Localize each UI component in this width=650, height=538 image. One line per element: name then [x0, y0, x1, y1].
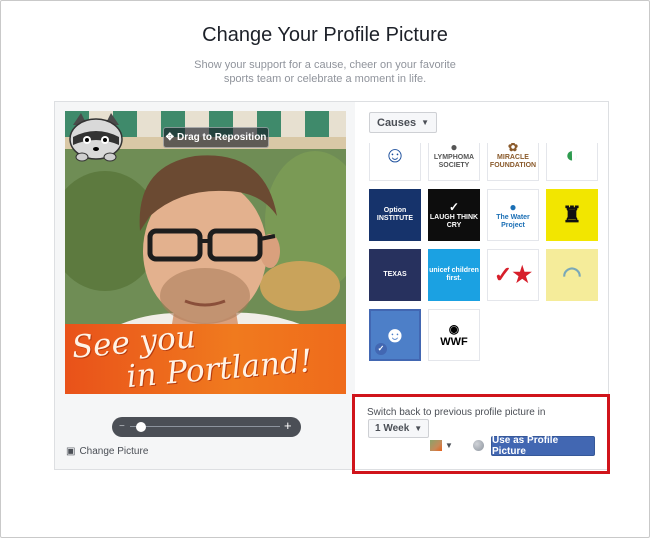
signature-icon: ✓ [448, 200, 460, 214]
frame-tile[interactable]: ☻ ✓ [369, 309, 421, 361]
zoom-handle[interactable] [136, 422, 147, 432]
frame-tile[interactable]: ● LYMPHOMA SOCIETY [428, 143, 480, 181]
zoom-in-icon[interactable]: + [284, 419, 292, 433]
frame-tile-content: ♜ [562, 203, 582, 227]
preview-pane: ✥ Drag to Reposition See you in Portland… [55, 102, 355, 469]
frame-tile[interactable]: Option INSTITUTE [369, 189, 421, 241]
change-picture-label: Change Picture [79, 446, 149, 457]
page-title: Change Your Profile Picture [202, 24, 448, 46]
frame-tile-content: ◉ WWF [440, 322, 467, 348]
frame-tile-content: ✓ LAUGH THINK CRY [428, 200, 480, 230]
ghost-icon: ♜ [562, 202, 582, 227]
category-dropdown-label: Causes [377, 116, 417, 129]
zoom-slider[interactable]: − + [112, 417, 301, 437]
frame-tile[interactable]: ✓ LAUGH THINK CRY [428, 189, 480, 241]
use-as-profile-picture-button[interactable]: Use as Profile Picture [491, 435, 595, 457]
frame-tile[interactable]: ◉ WWF [428, 309, 480, 361]
selected-check-icon: ✓ [375, 343, 387, 355]
frame-tile-content: ☺ [384, 143, 406, 167]
frame-tile-content: ● The Water Project [488, 200, 538, 230]
drag-to-reposition-button[interactable]: ✥ Drag to Reposition [163, 127, 269, 148]
zoom-track[interactable] [130, 426, 280, 427]
frame-tile-content: unicef children first. [428, 267, 480, 283]
drop-icon: ● [509, 200, 517, 214]
globe-icon[interactable] [473, 440, 484, 451]
frame-tile-label: WWF [440, 336, 468, 348]
duration-value: 1 Week [375, 423, 410, 434]
frame-tile[interactable]: ✿ MIRACLE FOUNDATION [487, 143, 539, 181]
drag-to-reposition-label: Drag to Reposition [176, 132, 267, 143]
image-icon: ▣ [66, 446, 76, 457]
frame-tile-content: ◠ [562, 263, 581, 287]
frame-tile[interactable]: ♜ [546, 189, 598, 241]
frame-tile[interactable]: ◐ [546, 143, 598, 181]
frame-tile-label: The Water Project [496, 214, 530, 229]
raccoon-icon: ☻ [383, 322, 407, 347]
frame-tile-content: Option INSTITUTE [369, 207, 421, 223]
category-dropdown[interactable]: Causes ▼ [369, 112, 438, 133]
panda-icon: ◉ [448, 322, 460, 336]
page-subtitle: Show your support for a cause, cheer on … [175, 58, 475, 86]
frame-tile-label: TEXAS [383, 271, 407, 278]
switch-back-label: Switch back to previous profile picture … [367, 407, 546, 418]
frame-tile-content: ✿ MIRACLE FOUNDATION [488, 143, 538, 170]
frame-tile[interactable]: unicef children first. [428, 249, 480, 301]
check-star-icon: ✓★ [493, 262, 533, 287]
globe-leaf-icon: ◐ [565, 143, 579, 167]
move-icon: ✥ [165, 132, 174, 143]
frame-tile-label: MIRACLE FOUNDATION [489, 154, 537, 169]
frame-tile[interactable]: ☺ [369, 143, 421, 181]
frame-tile-content: ● LYMPHOMA SOCIETY [429, 143, 479, 170]
frame-tile[interactable]: ✓★ [487, 249, 539, 301]
frame-tile-content: ☻ [383, 323, 406, 347]
subtitle-line-1: Show your support for a cause, cheer on … [194, 59, 456, 71]
drop-icon: ● [450, 143, 458, 154]
frame-tile-label: LYMPHOMA SOCIETY [433, 154, 475, 169]
frame-tile[interactable]: ● The Water Project [487, 189, 539, 241]
chevron-down-icon: ▼ [414, 424, 423, 433]
portrait-icon: ☺ [383, 143, 407, 167]
raccoon-icon [69, 113, 123, 162]
frame-tile-label: LAUGH THINK CRY [429, 214, 479, 229]
avatar [430, 440, 442, 451]
frame-tile-content: TEXAS [383, 271, 406, 279]
subtitle-line-2: sports team or celebrate a moment in lif… [223, 73, 427, 85]
frame-grid: ☺ ● LYMPHOMA SOCIETY ✿ MIRACLE FOUNDATION ◐ Op… [369, 143, 609, 363]
profile-photo-preview[interactable]: ✥ Drag to Reposition See you in Portland… [65, 111, 346, 394]
audience-avatar-dropdown[interactable]: ▼ [430, 440, 453, 451]
duration-dropdown[interactable]: 1 Week ▼ [368, 419, 430, 438]
frame-tile[interactable]: ◠ [546, 249, 598, 301]
chevron-down-icon: ▼ [445, 441, 453, 450]
frame-tile[interactable]: TEXAS [369, 249, 421, 301]
zoom-out-icon[interactable]: − [119, 421, 125, 433]
flower-icon: ✿ [507, 143, 519, 154]
hat-icon: ◠ [562, 262, 582, 287]
frame-tile-content: ✓★ [494, 263, 532, 287]
change-picture-link[interactable]: ▣ Change Picture [66, 446, 148, 457]
frame-tile-label: unicef children first. [429, 267, 479, 282]
frame-tile-label: Option INSTITUTE [376, 207, 414, 222]
chevron-down-icon: ▼ [421, 118, 430, 127]
frame-tile-content: ◐ [565, 143, 578, 167]
